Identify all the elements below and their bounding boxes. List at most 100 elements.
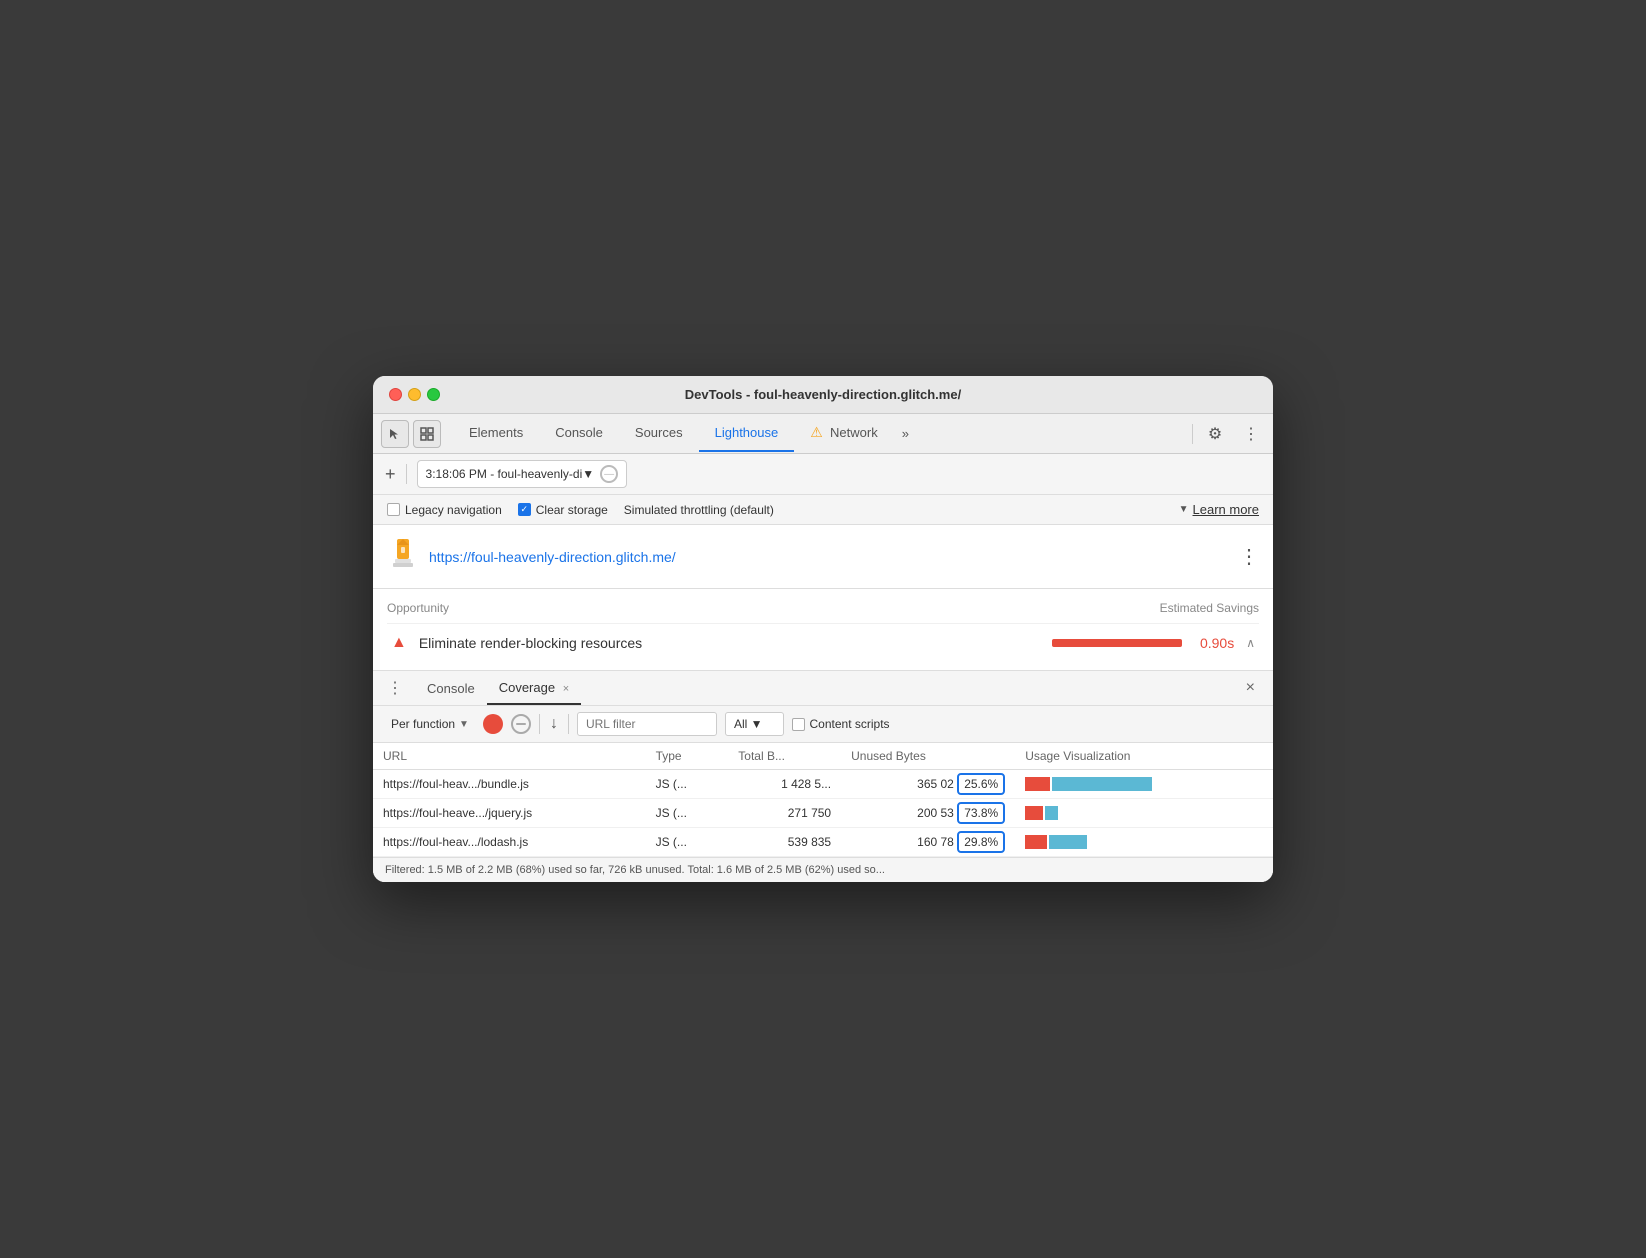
- table-row[interactable]: https://foul-heav.../lodash.js JS (... 5…: [373, 828, 1273, 857]
- coverage-panel: ⋮ Console Coverage × × Per function ▼ ↓: [373, 671, 1273, 882]
- lighthouse-url[interactable]: https://foul-heavenly-direction.glitch.m…: [429, 549, 676, 565]
- opportunity-label: Opportunity: [387, 601, 449, 615]
- window-title: DevTools - foul-heavenly-direction.glitc…: [685, 387, 961, 402]
- tab-sources[interactable]: Sources: [619, 415, 699, 452]
- clear-storage-checkbox[interactable]: ✓: [518, 503, 531, 516]
- usage-bar: [1025, 835, 1165, 849]
- estimated-savings-label: Estimated Savings: [1160, 601, 1259, 615]
- url-display[interactable]: 3:18:06 PM - foul-heavenly-di▼ —: [417, 460, 628, 488]
- panel-close-button[interactable]: ×: [1238, 671, 1263, 705]
- unused-pct: 73.8%: [957, 802, 1005, 824]
- toolbar-divider-2: [539, 714, 540, 734]
- legacy-nav-label: Legacy navigation: [405, 503, 502, 517]
- opportunity-warning-icon: ▲: [391, 634, 407, 652]
- col-total: Total B...: [728, 743, 841, 770]
- settings-icon[interactable]: ⚙: [1201, 420, 1229, 448]
- unused-bar: [1049, 835, 1087, 849]
- lighthouse-header: https://foul-heavenly-direction.glitch.m…: [373, 525, 1273, 589]
- tab-console-panel[interactable]: Console: [415, 673, 487, 704]
- col-type: Type: [646, 743, 729, 770]
- opportunity-header: Opportunity Estimated Savings: [387, 597, 1259, 623]
- panel-menu-icon[interactable]: ⋮: [383, 676, 407, 700]
- cell-url: https://foul-heav.../bundle.js: [373, 770, 646, 799]
- cursor-icon[interactable]: [381, 420, 409, 448]
- download-button[interactable]: ↓: [548, 713, 560, 735]
- opportunity-row[interactable]: ▲ Eliminate render-blocking resources 0.…: [387, 623, 1259, 662]
- no-entry-icon[interactable]: —: [600, 465, 618, 483]
- per-function-select[interactable]: Per function ▼: [385, 714, 475, 734]
- unused-pct: 29.8%: [957, 831, 1005, 853]
- coverage-toolbar: Per function ▼ ↓ All ▼ Content scripts: [373, 706, 1273, 743]
- cell-type: JS (...: [646, 828, 729, 857]
- content-scripts-option[interactable]: Content scripts: [792, 717, 890, 731]
- close-button[interactable]: [389, 388, 402, 401]
- url-filter-input[interactable]: [577, 712, 717, 736]
- more-options-icon[interactable]: ⋮: [1237, 420, 1265, 448]
- tab-elements[interactable]: Elements: [453, 415, 539, 452]
- learn-more-section: ▼ Learn more: [1179, 502, 1259, 517]
- options-bar: Legacy navigation ✓ Clear storage Simula…: [373, 495, 1273, 525]
- usage-bar: [1025, 806, 1165, 820]
- inspect-icon[interactable]: [413, 420, 441, 448]
- new-tab-button[interactable]: +: [385, 464, 396, 485]
- url-text: 3:18:06 PM - foul-heavenly-di▼: [426, 467, 595, 481]
- throttling-dropdown-arrow[interactable]: ▼: [1179, 504, 1189, 515]
- more-tabs-button[interactable]: »: [894, 416, 917, 451]
- unused-pct: 25.6%: [957, 773, 1005, 795]
- devtools-window: DevTools - foul-heavenly-direction.glitc…: [373, 376, 1273, 882]
- tab-network[interactable]: ⚠ Network: [794, 414, 893, 453]
- cell-unused: 200 53 73.8%: [841, 799, 1015, 828]
- throttling-label: Simulated throttling (default): [624, 503, 774, 517]
- unused-bar: [1045, 806, 1058, 820]
- cell-unused: 365 02 25.6%: [841, 770, 1015, 799]
- content-scripts-label: Content scripts: [810, 717, 890, 731]
- traffic-lights: [389, 388, 440, 401]
- legacy-nav-option[interactable]: Legacy navigation: [387, 503, 502, 517]
- unused-bytes: 200 53: [917, 806, 954, 820]
- opportunity-savings-bar: [1052, 639, 1182, 647]
- learn-more-link[interactable]: Learn more: [1193, 502, 1259, 517]
- tab-console[interactable]: Console: [539, 415, 619, 452]
- lighthouse-more-options[interactable]: ⋮: [1239, 544, 1259, 569]
- minimize-button[interactable]: [408, 388, 421, 401]
- toolbar-divider-3: [568, 714, 569, 734]
- coverage-footer: Filtered: 1.5 MB of 2.2 MB (68%) used so…: [373, 857, 1273, 882]
- table-row[interactable]: https://foul-heav.../bundle.js JS (... 1…: [373, 770, 1273, 799]
- cell-type: JS (...: [646, 770, 729, 799]
- clear-storage-option[interactable]: ✓ Clear storage: [518, 503, 608, 517]
- coverage-table: URL Type Total B... Unused Bytes Usage V…: [373, 743, 1273, 857]
- clear-storage-label: Clear storage: [536, 503, 608, 517]
- tab-lighthouse[interactable]: Lighthouse: [699, 415, 795, 452]
- cell-url: https://foul-heav.../lodash.js: [373, 828, 646, 857]
- cell-total: 1 428 5...: [728, 770, 841, 799]
- opportunity-chevron-icon[interactable]: ∧: [1246, 636, 1255, 650]
- type-filter-select[interactable]: All ▼: [725, 712, 784, 736]
- record-button[interactable]: [483, 714, 503, 734]
- cell-viz: [1015, 770, 1273, 799]
- tab-coverage-panel[interactable]: Coverage ×: [487, 672, 581, 705]
- unused-bar: [1052, 777, 1152, 791]
- unused-bytes: 365 02: [917, 777, 954, 791]
- legacy-nav-checkbox[interactable]: [387, 503, 400, 516]
- cell-total: 539 835: [728, 828, 841, 857]
- lighthouse-logo-icon: [387, 537, 419, 576]
- opportunity-time: 0.90s: [1194, 635, 1234, 651]
- opportunity-section: Opportunity Estimated Savings ▲ Eliminat…: [373, 589, 1273, 671]
- tab-bar: Elements Console Sources Lighthouse ⚠ Ne…: [373, 414, 1273, 454]
- used-bar: [1025, 777, 1050, 791]
- tab-divider: [1192, 424, 1193, 444]
- coverage-tab-close-icon[interactable]: ×: [563, 683, 569, 695]
- stop-button[interactable]: [511, 714, 531, 734]
- used-bar: [1025, 835, 1047, 849]
- tab-bar-right: ⚙ ⋮: [1192, 420, 1265, 448]
- col-viz: Usage Visualization: [1015, 743, 1273, 770]
- cell-url: https://foul-heave.../jquery.js: [373, 799, 646, 828]
- table-row[interactable]: https://foul-heave.../jquery.js JS (... …: [373, 799, 1273, 828]
- maximize-button[interactable]: [427, 388, 440, 401]
- unused-bytes: 160 78: [917, 835, 954, 849]
- cell-total: 271 750: [728, 799, 841, 828]
- content-scripts-checkbox[interactable]: [792, 718, 805, 731]
- tab-bar-icons: [381, 420, 441, 448]
- cell-type: JS (...: [646, 799, 729, 828]
- coverage-footer-text: Filtered: 1.5 MB of 2.2 MB (68%) used so…: [385, 864, 885, 876]
